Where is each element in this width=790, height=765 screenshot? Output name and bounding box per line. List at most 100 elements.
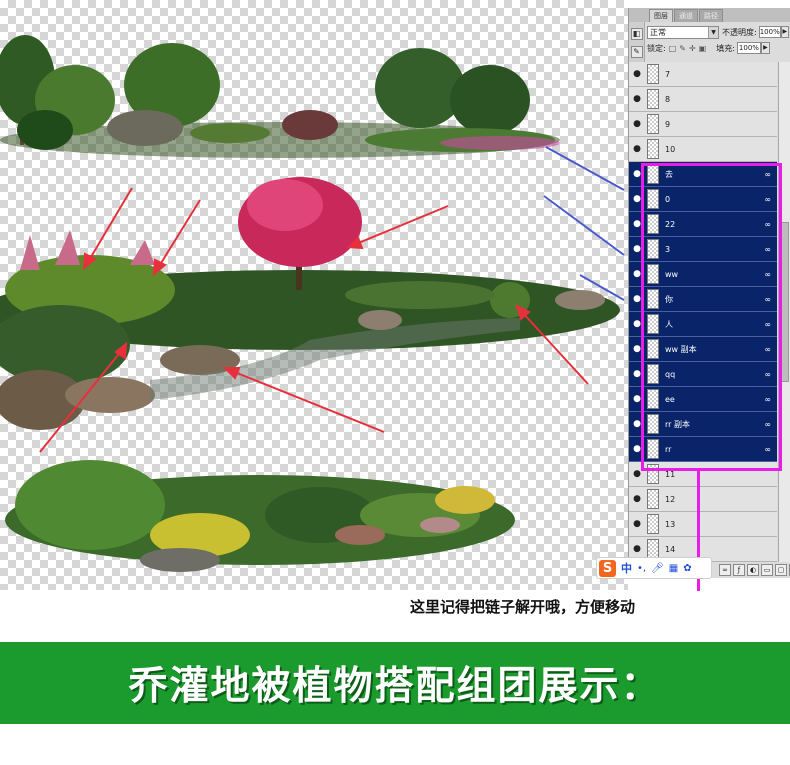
mask-icon[interactable]: ◐ [747, 564, 759, 576]
layer-row[interactable]: ● ww ∞ [629, 262, 777, 287]
ime-mode[interactable]: 中 [621, 560, 632, 576]
visibility-eye-icon[interactable]: ● [629, 494, 645, 504]
chain-link-icon[interactable]: ∞ [764, 420, 771, 429]
new-group-icon[interactable]: ▭ [761, 564, 773, 576]
lock-label: 锁定: [647, 43, 666, 53]
link-layers-icon[interactable]: ∞ [719, 564, 731, 576]
layer-name: 你 [665, 294, 673, 304]
visibility-eye-icon[interactable]: ● [629, 144, 645, 154]
visibility-eye-icon[interactable]: ● [629, 94, 645, 104]
visibility-eye-icon[interactable]: ● [629, 344, 645, 354]
chain-link-icon[interactable]: ∞ [764, 270, 771, 279]
layer-name: 11 [665, 469, 676, 479]
layer-thumbnail [647, 264, 659, 284]
layer-name: ee [665, 394, 675, 404]
blend-mode-select[interactable]: 正常 ▼ [647, 25, 720, 39]
plant-group-top [0, 35, 560, 158]
layer-row[interactable]: ● 0 ∞ [629, 187, 777, 212]
visibility-eye-icon[interactable]: ● [629, 169, 645, 179]
layer-name: 7 [665, 69, 671, 79]
fill-input[interactable]: 100% [736, 42, 761, 54]
layer-row[interactable]: ● 11 [629, 462, 777, 487]
layer-row[interactable]: ● 7 [629, 62, 777, 87]
visibility-eye-icon[interactable]: ● [629, 69, 645, 79]
fill-label: 填充: [716, 43, 735, 53]
history-icon[interactable]: ◧ [630, 28, 643, 40]
layer-thumbnail [647, 289, 659, 309]
document-canvas[interactable] [0, 0, 628, 590]
chain-link-icon[interactable]: ∞ [764, 345, 771, 354]
lock-transparency-icon[interactable]: □ [669, 44, 677, 53]
layer-row[interactable]: ● ww 副本 ∞ [629, 337, 777, 362]
visibility-eye-icon[interactable]: ● [629, 394, 645, 404]
chain-link-icon[interactable]: ∞ [764, 220, 771, 229]
layer-row[interactable]: ● 你 ∞ [629, 287, 777, 312]
layer-name: 3 [665, 244, 671, 254]
layer-row[interactable]: ● 去 ∞ [629, 162, 777, 187]
visibility-eye-icon[interactable]: ● [629, 444, 645, 454]
visibility-eye-icon[interactable]: ● [629, 119, 645, 129]
visibility-eye-icon[interactable]: ● [629, 369, 645, 379]
layer-style-icon[interactable]: ƒ [733, 564, 745, 576]
visibility-eye-icon[interactable]: ● [629, 194, 645, 204]
visibility-eye-icon[interactable]: ● [629, 419, 645, 429]
layer-name: rr 副本 [665, 419, 690, 429]
chain-link-icon[interactable]: ∞ [764, 320, 771, 329]
punctuation-icon[interactable]: •, [637, 563, 646, 574]
layer-row[interactable]: ● 10 [629, 137, 777, 162]
layer-row[interactable]: ● 13 [629, 512, 777, 537]
microphone-icon[interactable]: 🎤︎ [651, 563, 664, 574]
opacity-slider-arrow-icon[interactable]: ▶ [780, 26, 789, 38]
fill-slider-arrow-icon[interactable]: ▶ [760, 42, 770, 54]
layer-row[interactable]: ● 9 [629, 112, 777, 137]
visibility-eye-icon[interactable]: ● [629, 469, 645, 479]
layer-list: ● 7 ● 8 ● 9 ● 10 ● 去 ∞ ● 0 ∞ ● 22 ∞ ● 3 ∞ ● ww ∞ ● 你 ∞ ● 人 ∞ ● ww 副本 ∞ ●… [629, 62, 777, 562]
layer-name: ww [665, 269, 679, 279]
chain-link-icon[interactable]: ∞ [764, 395, 771, 404]
visibility-eye-icon[interactable]: ● [629, 544, 645, 554]
layer-name: 22 [665, 219, 676, 229]
layer-row[interactable]: ● ee ∞ [629, 387, 777, 412]
chain-link-icon[interactable]: ∞ [764, 295, 771, 304]
keyboard-icon[interactable]: ▦ [669, 563, 678, 574]
new-layer-icon[interactable]: ▢ [775, 564, 787, 576]
visibility-eye-icon[interactable]: ● [629, 269, 645, 279]
lock-all-icon[interactable]: ▣ [699, 44, 707, 53]
lock-row: 锁定: □ ✎ ✛ ▣ 填充: 100% ▶ [647, 40, 789, 56]
layer-row[interactable]: ● 22 ∞ [629, 212, 777, 237]
layer-name: 14 [665, 544, 676, 554]
tab-layers[interactable]: 图层 [649, 9, 673, 22]
lock-position-icon[interactable]: ✛ [689, 44, 696, 53]
skin-icon[interactable]: ✿ [683, 563, 691, 574]
layer-thumbnail [647, 114, 659, 134]
plant-artwork [0, 35, 625, 572]
layer-row[interactable]: ● rr ∞ [629, 437, 777, 462]
visibility-eye-icon[interactable]: ● [629, 519, 645, 529]
lock-pixels-icon[interactable]: ✎ [679, 44, 686, 53]
layer-row[interactable]: ● rr 副本 ∞ [629, 412, 777, 437]
visibility-eye-icon[interactable]: ● [629, 294, 645, 304]
chain-link-icon[interactable]: ∞ [764, 245, 771, 254]
layer-thumbnail [647, 414, 659, 434]
chain-link-icon[interactable]: ∞ [764, 170, 771, 179]
chain-link-icon[interactable]: ∞ [764, 195, 771, 204]
chain-link-icon[interactable]: ∞ [764, 370, 771, 379]
chain-link-icon[interactable]: ∞ [764, 445, 771, 454]
layer-row[interactable]: ● 人 ∞ [629, 312, 777, 337]
layer-row[interactable]: ● 3 ∞ [629, 237, 777, 262]
visibility-eye-icon[interactable]: ● [629, 319, 645, 329]
layer-row[interactable]: ● qq ∞ [629, 362, 777, 387]
layer-list-scrollbar[interactable] [778, 62, 790, 562]
scrollbar-thumb[interactable] [780, 222, 789, 382]
layer-row[interactable]: ● 12 [629, 487, 777, 512]
opacity-input[interactable]: 100% [758, 26, 781, 38]
tab-channels[interactable]: 通道 [674, 9, 698, 22]
visibility-eye-icon[interactable]: ● [629, 219, 645, 229]
visibility-eye-icon[interactable]: ● [629, 244, 645, 254]
tab-paths[interactable]: 路径 [699, 9, 723, 22]
layer-row[interactable]: ● 8 [629, 87, 777, 112]
blend-mode-value: 正常 [650, 27, 666, 37]
ime-logo[interactable]: S [599, 559, 616, 577]
brush-icon[interactable]: ✎ [630, 46, 643, 58]
panel-tabs: 图层 通道 路径 [629, 8, 790, 22]
